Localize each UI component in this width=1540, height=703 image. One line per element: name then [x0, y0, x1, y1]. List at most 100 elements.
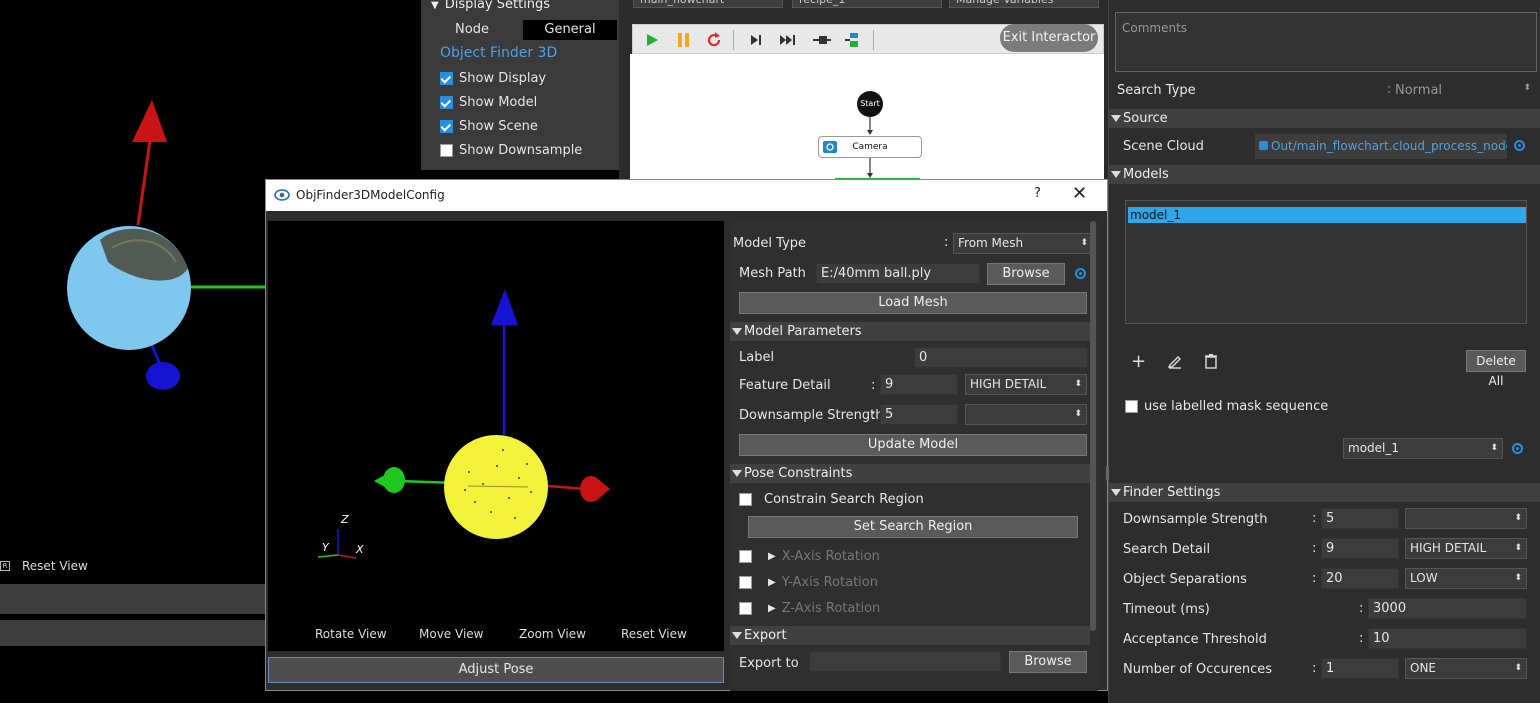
label-input[interactable]: 0 — [914, 347, 1088, 368]
adjust-pose-button[interactable]: Adjust Pose — [268, 657, 724, 683]
run-to-node-button[interactable] — [811, 29, 833, 51]
search-type-select[interactable]: Normal ⬍ — [1395, 83, 1531, 98]
show-model-option[interactable]: Show Model — [440, 95, 537, 110]
y-axis-rotation-checkbox[interactable] — [739, 576, 752, 589]
expand-arrow-icon[interactable]: ▶ — [768, 577, 776, 588]
show-model-checkbox[interactable] — [440, 96, 453, 109]
reset-view-button[interactable]: Reset View — [621, 627, 687, 641]
x-axis-rotation-option[interactable]: ▶ X-Axis Rotation — [739, 549, 880, 564]
flowchart-start-node[interactable]: Start — [857, 91, 883, 117]
recipe-select[interactable]: recipe_1 — [792, 0, 942, 8]
show-display-option[interactable]: Show Display — [440, 71, 546, 86]
export-header[interactable]: Export — [730, 626, 1090, 645]
show-downsample-checkbox[interactable] — [440, 144, 453, 157]
use-labelled-mask-checkbox[interactable] — [1125, 400, 1138, 413]
flowchart-select[interactable]: main_flowchart — [633, 0, 783, 8]
show-downsample-option[interactable]: Show Downsample — [440, 143, 582, 158]
move-view-button[interactable]: Move View — [419, 627, 483, 641]
search-detail-level-select[interactable]: HIGH DETAIL — [1405, 538, 1527, 559]
rotate-view-button[interactable]: Rotate View — [315, 627, 387, 641]
delete-all-button[interactable]: Delete All — [1466, 350, 1526, 388]
downsample-strength-input[interactable]: 5 — [880, 404, 958, 425]
constrain-search-region-option[interactable]: Constrain Search Region — [739, 492, 924, 507]
pause-icon — [678, 33, 689, 47]
edit-model-button[interactable] — [1167, 353, 1183, 369]
help-button[interactable]: ? — [1034, 186, 1041, 201]
object-separations-level-select[interactable]: LOW — [1405, 568, 1527, 589]
manage-variables-button[interactable]: Manage Variables — [949, 0, 1099, 8]
close-button[interactable]: ✕ — [1072, 183, 1087, 204]
feature-detail-input[interactable]: 9 — [880, 374, 958, 395]
gizmo-x-label: X — [355, 543, 364, 556]
restart-button[interactable] — [703, 29, 725, 51]
model-select-link-icon[interactable] — [1512, 443, 1523, 454]
ball-model-mesh — [444, 435, 548, 539]
z-axis-rotation-checkbox[interactable] — [739, 602, 752, 615]
export-browse-button[interactable]: Browse — [1009, 651, 1087, 673]
fast-forward-button[interactable] — [777, 29, 799, 51]
expand-arrow-icon[interactable]: ▶ — [768, 603, 776, 614]
pause-button[interactable] — [673, 29, 695, 51]
splitter-handle[interactable] — [1106, 466, 1109, 480]
pose-constraints-header[interactable]: Pose Constraints — [730, 464, 1090, 483]
y-axis-rotation-option[interactable]: ▶ Y-Axis Rotation — [739, 575, 878, 590]
tab-node[interactable]: Node — [421, 20, 523, 40]
scene-cloud-link-icon[interactable] — [1514, 140, 1525, 151]
model-type-select[interactable]: From Mesh — [953, 233, 1093, 254]
debug-node-button[interactable] — [843, 29, 865, 51]
number-of-occurences-level-select[interactable]: ONE — [1405, 658, 1527, 679]
panel-scrollbar[interactable] — [1090, 221, 1096, 631]
downsample-level-select[interactable] — [965, 404, 1087, 425]
show-scene-option[interactable]: Show Scene — [440, 119, 538, 134]
expand-arrow-icon[interactable]: ▶ — [768, 551, 776, 562]
acceptance-threshold-input[interactable]: 10 — [1368, 628, 1527, 649]
constrain-search-region-checkbox[interactable] — [739, 493, 752, 506]
comments-textarea[interactable]: Comments — [1115, 12, 1537, 72]
exit-interactor-button[interactable]: Exit Interactor — [1000, 24, 1098, 52]
list-item[interactable]: model_1 — [1128, 207, 1526, 223]
display-settings-header[interactable]: ▼ Display Settings — [431, 0, 550, 12]
source-header[interactable]: Source — [1109, 109, 1540, 128]
z-axis-rotation-option[interactable]: ▶ Z-Axis Rotation — [739, 601, 880, 616]
models-list[interactable]: model_1 — [1125, 200, 1527, 324]
set-search-region-button[interactable]: Set Search Region — [748, 516, 1078, 538]
model-parameters-header[interactable]: Model Parameters — [730, 322, 1090, 341]
finder-downsample-input[interactable]: 5 — [1321, 508, 1399, 529]
mesh-browse-button[interactable]: Browse — [987, 263, 1065, 285]
mesh-path-link-icon[interactable] — [1075, 268, 1086, 279]
tab-general[interactable]: General — [523, 20, 617, 40]
show-display-checkbox[interactable] — [440, 72, 453, 85]
update-model-button[interactable]: Update Model — [739, 434, 1087, 456]
timeout-input[interactable]: 3000 — [1368, 598, 1527, 619]
model-y-axis-sphere — [383, 467, 405, 493]
play-button[interactable] — [641, 29, 663, 51]
feature-detail-level-select[interactable]: HIGH DETAIL — [965, 374, 1087, 395]
search-detail-input[interactable]: 9 — [1321, 538, 1399, 559]
dialog-titlebar[interactable]: ObjFinder3DModelConfig ? ✕ — [266, 180, 1107, 211]
object-separations-input[interactable]: 20 — [1321, 568, 1399, 589]
step-button[interactable] — [745, 29, 767, 51]
model-3d-viewport[interactable]: Z Y X — [268, 221, 724, 651]
model-select[interactable]: model_1 — [1343, 438, 1503, 459]
app-logo-icon — [274, 189, 290, 201]
downsample-colon: : — [871, 408, 876, 423]
left-reset-view[interactable]: R Reset View — [0, 556, 200, 576]
flowchart-canvas[interactable] — [630, 54, 1104, 180]
add-model-button[interactable]: + — [1131, 351, 1146, 372]
x-axis-rotation-checkbox[interactable] — [739, 550, 752, 563]
feature-detail-colon: : — [871, 378, 876, 393]
finder-downsample-level-select[interactable] — [1405, 508, 1527, 529]
load-mesh-button[interactable]: Load Mesh — [739, 292, 1087, 314]
scene-cloud-field[interactable]: Out/main_flowchart.cloud_process_node_ — [1255, 134, 1507, 159]
delete-model-button[interactable] — [1204, 353, 1218, 369]
show-scene-checkbox[interactable] — [440, 120, 453, 133]
number-of-occurences-label: Number of Occurences — [1123, 662, 1272, 677]
export-path-input[interactable] — [809, 651, 1001, 672]
models-header[interactable]: Models — [1109, 165, 1540, 184]
y-axis-rotation-label: Y-Axis Rotation — [781, 575, 878, 590]
number-of-occurences-input[interactable]: 1 — [1321, 658, 1399, 679]
use-labelled-mask-option[interactable]: use labelled mask sequence — [1125, 399, 1328, 414]
zoom-view-button[interactable]: Zoom View — [519, 627, 586, 641]
mesh-path-input[interactable]: E:/40mm ball.ply — [816, 263, 980, 284]
finder-settings-header[interactable]: Finder Settings — [1109, 483, 1540, 502]
